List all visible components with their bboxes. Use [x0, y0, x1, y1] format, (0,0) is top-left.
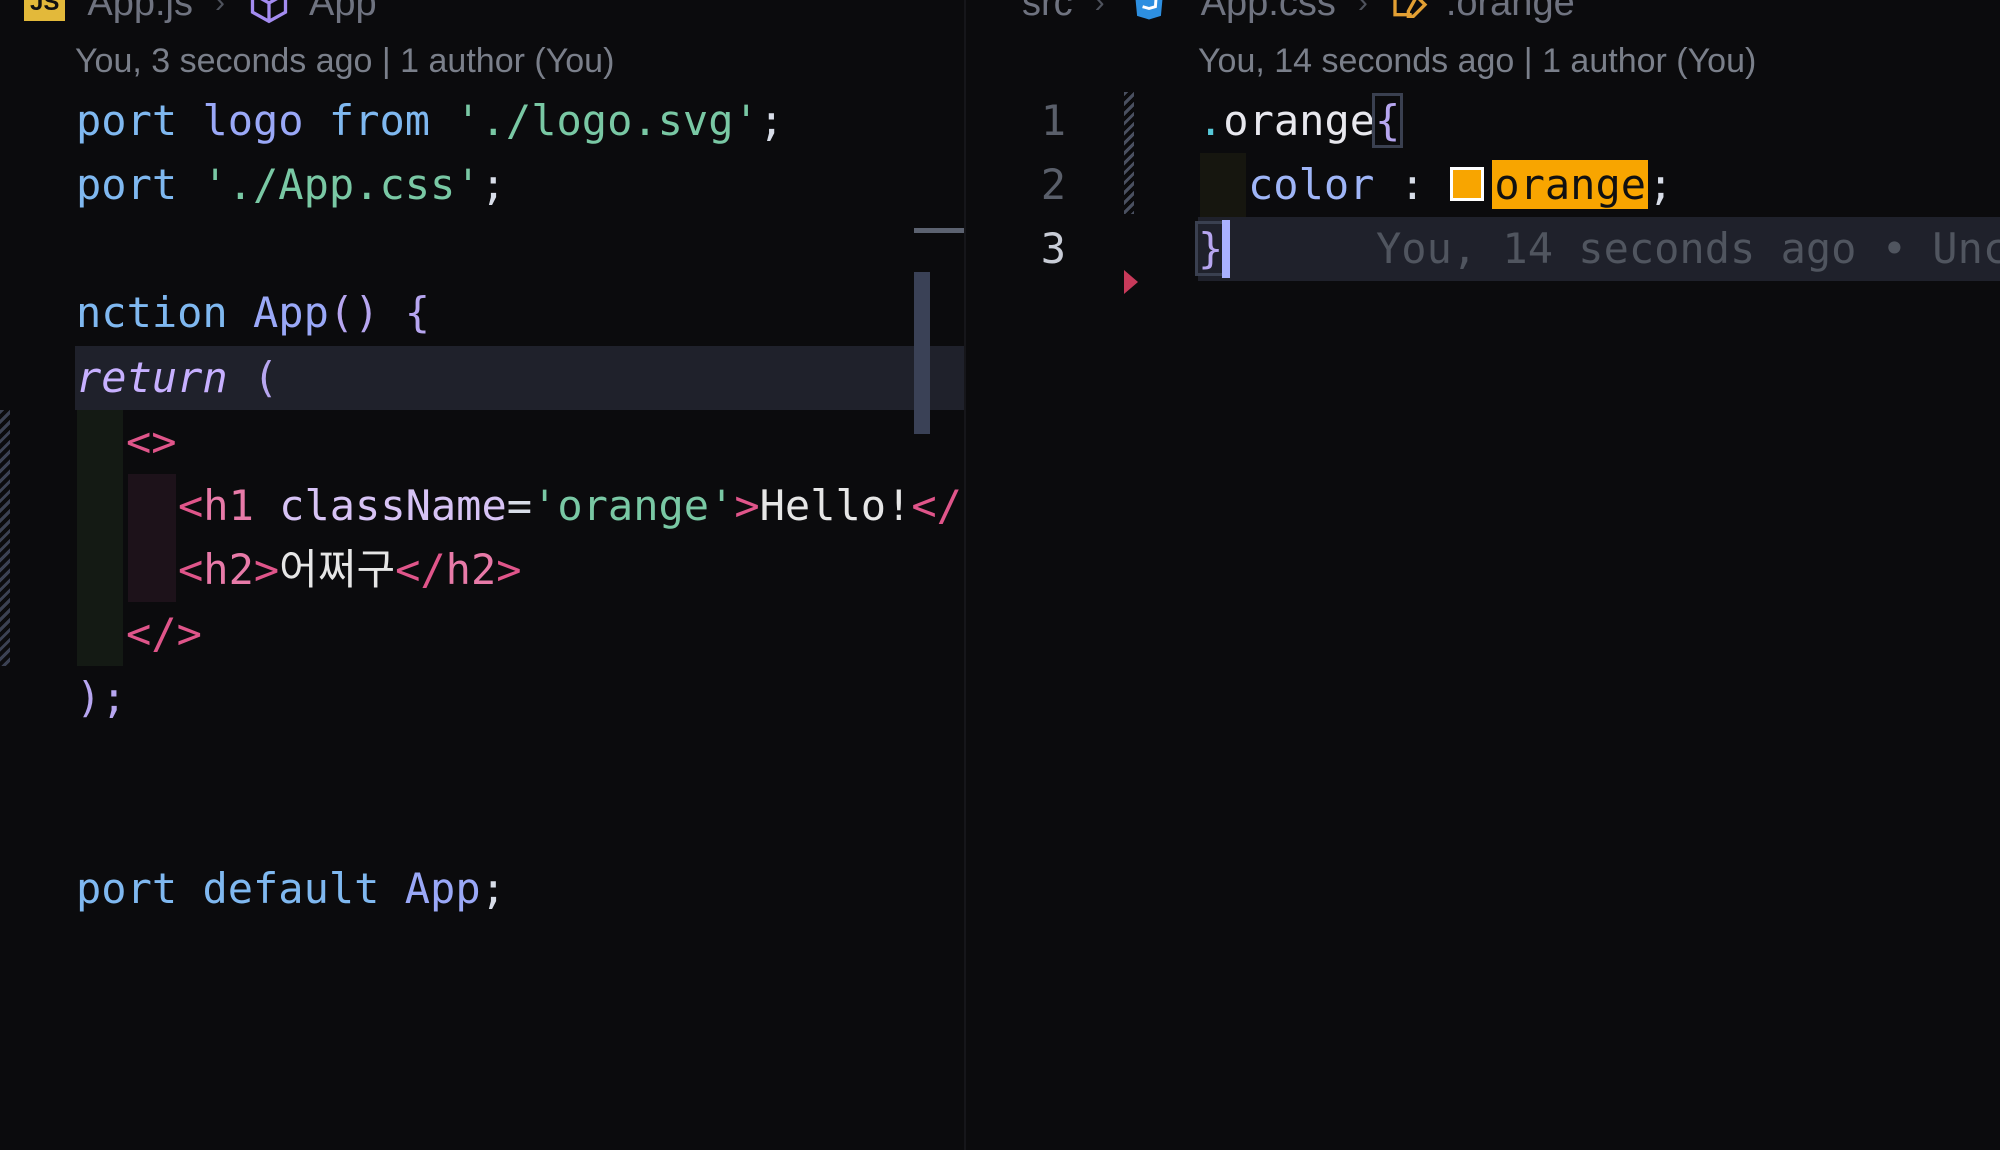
indent-guide [1200, 153, 1246, 217]
token-keyword: port [76, 96, 178, 145]
code-line-6[interactable]: <> [126, 410, 177, 474]
right-breadcrumb: src › App.css › .orange [1022, 0, 1575, 28]
token-tag-bracket: </ [911, 481, 962, 530]
token-brace-matched: } [1194, 221, 1227, 276]
git-deleted-marker [1124, 270, 1138, 294]
code-line-10[interactable]: ); [76, 666, 127, 730]
css-line-1[interactable]: .orange{ [1198, 89, 1404, 153]
breadcrumb-file[interactable]: App.js [87, 0, 193, 25]
chevron-right-icon: › [1094, 0, 1105, 19]
token-fragment-open: <> [126, 417, 177, 466]
left-breadcrumb: JS App.js › App [24, 0, 377, 28]
token-keyword-return: return [76, 353, 228, 402]
selector-icon [1393, 0, 1428, 18]
token-tag-bracket: < [178, 545, 204, 594]
token-keyword: nction [76, 288, 228, 337]
token-colon: : [1399, 160, 1426, 209]
token-punct: ); [76, 673, 127, 722]
codelens-author-info[interactable]: You, 3 seconds ago | 1 author (You) [75, 42, 614, 81]
token-paren: ( [253, 353, 279, 402]
code-line-4[interactable]: nction App() { [76, 281, 430, 345]
scrollbar-thumb[interactable] [914, 272, 930, 434]
token-identifier: logo [202, 96, 304, 145]
code-line-7[interactable]: <h1 className='orange'>Hello!</ [178, 474, 962, 538]
codelens-author-info[interactable]: You, 14 seconds ago | 1 author (You) [1198, 42, 1756, 81]
chevron-right-icon: › [1357, 0, 1368, 19]
token-identifier: App [404, 864, 481, 913]
token-color-value: orange [1492, 160, 1649, 209]
css-icon [1135, 0, 1163, 20]
token-fragment-close: </> [126, 609, 202, 658]
git-change-marker [1124, 92, 1134, 214]
js-file-icon: JS [24, 0, 66, 21]
token-string: './logo.svg' [455, 96, 759, 145]
token-tag-bracket: > [734, 481, 760, 530]
token-tag-name: h1 [203, 481, 254, 530]
token-attribute: className [279, 481, 507, 530]
token-tag-bracket: </ [395, 545, 446, 594]
chevron-right-icon: › [214, 0, 225, 19]
token-tag-name: h2 [445, 545, 497, 594]
token-paren: () [328, 288, 380, 337]
left-editor-pane[interactable]: JS App.js › App You, 3 seconds ago | 1 a… [0, 0, 964, 1150]
line-number: 1 [1040, 96, 1066, 145]
breadcrumb-symbol[interactable]: App [309, 0, 377, 25]
token-brace-matched: { [1371, 93, 1404, 148]
css-line-2[interactable]: color : orange; [1248, 153, 1673, 217]
token-property: color [1248, 160, 1375, 209]
breadcrumb-symbol[interactable]: .orange [1446, 0, 1575, 25]
line-number: 2 [1040, 160, 1066, 209]
code-line-2[interactable]: port './App.css'; [76, 153, 506, 217]
token-selector: orange [1223, 96, 1376, 145]
code-line-8[interactable]: <h2>어쩌구</h2> [178, 538, 522, 602]
text-cursor [1222, 220, 1230, 278]
token-punct: ; [480, 160, 506, 209]
token-string: 'orange' [532, 481, 735, 530]
token-brace: { [404, 288, 431, 337]
token-tag-bracket: > [253, 545, 280, 594]
code-line-5[interactable]: return ( [76, 346, 278, 410]
token-keyword: default [202, 864, 380, 913]
line-number-current: 3 [1040, 224, 1066, 273]
token-punct: = [506, 481, 533, 530]
inline-git-blame[interactable]: You, 14 seconds ago • Unc [1376, 217, 2000, 281]
token-tag-name: h2 [203, 545, 254, 594]
color-swatch-icon[interactable] [1450, 166, 1485, 201]
token-function-name: App [253, 288, 329, 337]
token-string: './App.css' [202, 160, 481, 209]
token-keyword: from [328, 96, 431, 145]
code-line-13[interactable]: port default App; [76, 857, 506, 921]
code-line-1[interactable]: port logo from './logo.svg'; [76, 89, 784, 153]
breadcrumb-folder[interactable]: src [1022, 0, 1073, 25]
token-keyword: port [76, 864, 178, 913]
token-punct: ; [1648, 160, 1674, 209]
token-punct: ; [480, 864, 506, 913]
indent-guide [77, 410, 123, 666]
token-text: 어쩌구 [279, 545, 396, 594]
breadcrumb-file[interactable]: App.css [1201, 0, 1336, 25]
token-tag-bracket: < [178, 481, 204, 530]
scrollbar-overview-marker [914, 228, 964, 233]
token-punct: ; [758, 96, 785, 145]
token-text: Hello! [759, 481, 912, 530]
css-line-3[interactable]: } [1194, 217, 1227, 281]
token-keyword: port [76, 160, 178, 209]
cube-icon [250, 0, 288, 24]
right-editor-pane[interactable]: src › App.css › .orange You, 14 seconds … [966, 0, 2000, 1150]
git-change-marker [0, 410, 10, 666]
token-tag-bracket: > [496, 545, 522, 594]
indent-guide [128, 474, 176, 602]
token-selector-dot: . [1198, 96, 1224, 145]
code-line-9[interactable]: </> [126, 602, 202, 666]
